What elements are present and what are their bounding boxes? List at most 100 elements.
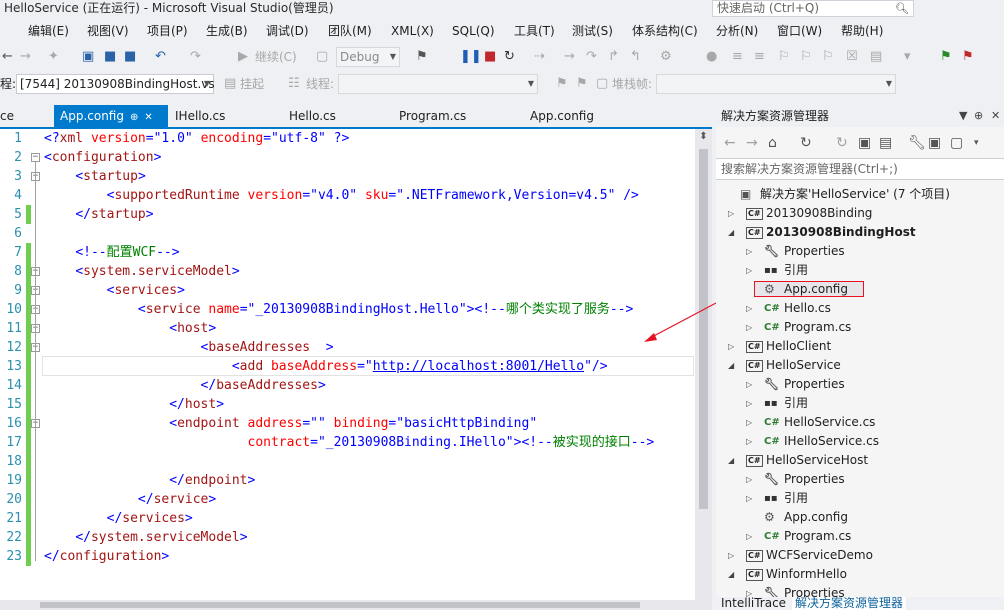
code-line[interactable]: <add baseAddress="http://localhost:8001/… bbox=[44, 357, 608, 376]
code-line[interactable]: <?xml version="1.0" encoding="utf-8" ?> bbox=[44, 129, 349, 148]
tab-program-cs[interactable]: Program.cs bbox=[399, 105, 466, 127]
tab-app-config[interactable]: App.config bbox=[530, 105, 594, 127]
solution-config-select[interactable]: Debug ▼ bbox=[336, 47, 400, 67]
collapsed-chevron-icon[interactable]: ▷ bbox=[728, 337, 734, 356]
back-icon[interactable]: ← bbox=[2, 44, 13, 70]
menu-build[interactable]: 生成(B) bbox=[206, 20, 248, 42]
tree-item[interactable]: ◢ C# HelloService bbox=[716, 356, 1004, 375]
tree-item[interactable]: ⚙ App.config bbox=[716, 280, 1004, 299]
menu-team[interactable]: 团队(M) bbox=[328, 20, 372, 42]
menu-edit[interactable]: 编辑(E) bbox=[28, 20, 69, 42]
menu-test[interactable]: 测试(S) bbox=[572, 20, 613, 42]
code-line[interactable]: <!--配置WCF--> bbox=[44, 243, 179, 262]
tree-item[interactable]: ◢ C# HelloServiceHost bbox=[716, 451, 1004, 470]
code-line[interactable]: <system.serviceModel> bbox=[44, 262, 239, 281]
view-code-icon[interactable]: ▣ bbox=[928, 129, 941, 157]
tree-item[interactable]: ▷ C# IHelloService.cs bbox=[716, 432, 1004, 451]
collapsed-chevron-icon[interactable]: ▷ bbox=[746, 489, 752, 508]
expanded-chevron-icon[interactable]: ◢ bbox=[728, 565, 734, 584]
collapsed-chevron-icon[interactable]: ▷ bbox=[746, 299, 752, 318]
code-line[interactable]: </host> bbox=[44, 395, 224, 414]
refresh-icon[interactable]: ↻ bbox=[836, 129, 848, 157]
tree-item[interactable]: ▷ C# HelloService.cs bbox=[716, 413, 1004, 432]
collapse-all-icon[interactable]: ▣ bbox=[858, 129, 871, 157]
code-line[interactable]: </configuration> bbox=[44, 547, 169, 566]
flag-thread-icon[interactable]: ⚑ bbox=[556, 71, 568, 97]
hex-display-icon[interactable]: ⚙ bbox=[660, 44, 672, 70]
code-line[interactable]: <services> bbox=[44, 281, 185, 300]
code-editor[interactable]: 1 2 3 4 5 6 7 8 9 10 11 12 13 14 15 16 17 18 19 20 21 22 23 <?… bbox=[0, 129, 695, 600]
collapsed-chevron-icon[interactable]: ▷ bbox=[746, 242, 752, 261]
tab-app-config-active[interactable]: App.config ⊕ ✕ bbox=[54, 105, 168, 127]
menu-tools[interactable]: 工具(T) bbox=[514, 20, 555, 42]
bookmark-icon[interactable]: ⚐ bbox=[778, 44, 790, 70]
dropdown-icon[interactable]: ▼ bbox=[959, 105, 967, 127]
new-project-icon[interactable]: ✦ bbox=[48, 44, 59, 70]
tree-item[interactable]: ▷ C# Program.cs bbox=[716, 527, 1004, 546]
forward-icon[interactable]: → bbox=[20, 44, 31, 70]
pin-icon[interactable]: ⊕ bbox=[130, 112, 138, 123]
tree-item[interactable]: ▣ 解决方案'HelloService' (7 个项目) bbox=[716, 185, 1004, 204]
collapsed-chevron-icon[interactable]: ▷ bbox=[746, 527, 752, 546]
add-comment-icon[interactable]: ⚑ bbox=[940, 44, 952, 70]
code-line[interactable]: <configuration> bbox=[44, 148, 161, 167]
properties-icon[interactable]: 🔧︎ bbox=[908, 129, 926, 157]
code-line[interactable]: </startup> bbox=[44, 205, 153, 224]
menu-project[interactable]: 项目(P) bbox=[147, 20, 188, 42]
code-line[interactable]: <supportedRuntime version="v4.0" sku=".N… bbox=[44, 186, 639, 205]
code-line[interactable]: </service> bbox=[44, 490, 216, 509]
attach-icon[interactable]: ▢ bbox=[316, 44, 328, 70]
more-icon[interactable]: ▾ bbox=[974, 129, 979, 157]
step-into-icon[interactable]: → bbox=[564, 44, 575, 70]
home-icon[interactable]: ⌂ bbox=[768, 129, 777, 157]
solution-search-input[interactable]: 搜索解决方案资源管理器(Ctrl+;) bbox=[716, 158, 1004, 180]
tab-hello-cs[interactable]: Hello.cs bbox=[289, 105, 336, 127]
code-line[interactable]: </services> bbox=[44, 509, 193, 528]
split-window-icon[interactable]: ⬍ bbox=[697, 131, 710, 143]
code-line[interactable]: </endpoint> bbox=[44, 471, 255, 490]
tab-ihello-cs[interactable]: IHello.cs bbox=[175, 105, 225, 127]
collapsed-chevron-icon[interactable]: ▷ bbox=[746, 413, 752, 432]
close-icon[interactable]: ✕ bbox=[991, 105, 1000, 127]
more-tools-icon[interactable]: ▾ bbox=[904, 44, 911, 70]
collapsed-chevron-icon[interactable]: ▷ bbox=[746, 470, 752, 489]
platform-icon[interactable]: ⚑ bbox=[416, 44, 428, 70]
undo-icon[interactable]: ↶ bbox=[155, 44, 166, 70]
forward-icon[interactable]: → bbox=[746, 129, 758, 157]
collapsed-chevron-icon[interactable]: ▷ bbox=[746, 375, 752, 394]
lifecycle-events-icon[interactable]: ▤ bbox=[224, 71, 236, 97]
show-flagged-icon[interactable]: ▢ bbox=[596, 71, 608, 97]
save-all-icon[interactable]: ■ bbox=[124, 44, 136, 70]
expanded-chevron-icon[interactable]: ◢ bbox=[728, 356, 734, 375]
collapsed-chevron-icon[interactable]: ▷ bbox=[746, 394, 752, 413]
tree-item[interactable]: ⚙ App.config bbox=[716, 508, 1004, 527]
step-back-icon[interactable]: ↰ bbox=[630, 44, 641, 70]
expanded-chevron-icon[interactable]: ◢ bbox=[728, 223, 734, 242]
menu-architecture[interactable]: 体系结构(C) bbox=[632, 20, 698, 42]
tree-item[interactable]: ▷ C# Hello.cs bbox=[716, 299, 1004, 318]
back-icon[interactable]: ← bbox=[724, 129, 736, 157]
save-icon[interactable]: ■ bbox=[104, 44, 116, 70]
tree-item[interactable]: ◢ C# 20130908BindingHost bbox=[716, 223, 1004, 242]
fold-toggle-icon[interactable]: − bbox=[31, 153, 40, 162]
code-line[interactable]: </baseAddresses> bbox=[44, 376, 326, 395]
tab-solution-explorer[interactable]: 解决方案资源管理器 bbox=[792, 597, 907, 610]
redo-icon[interactable]: ↷ bbox=[190, 44, 201, 70]
comment-icon[interactable]: ≡ bbox=[732, 44, 743, 70]
tree-item[interactable]: ▷ C# WCFServiceDemo bbox=[716, 546, 1004, 565]
step-out-icon[interactable]: ↱ bbox=[608, 44, 619, 70]
tree-item[interactable]: ▷ C# 20130908Binding bbox=[716, 204, 1004, 223]
pending-changes-icon[interactable]: ↻ bbox=[800, 129, 812, 157]
menu-view[interactable]: 视图(V) bbox=[87, 20, 129, 42]
restart-icon[interactable]: ↻ bbox=[504, 44, 515, 70]
code-line[interactable]: <baseAddresses > bbox=[44, 338, 334, 357]
continue-button[interactable]: 继续(C) bbox=[255, 44, 297, 70]
collapsed-chevron-icon[interactable]: ▷ bbox=[728, 204, 734, 223]
pause-icon[interactable]: ❚❚ bbox=[460, 44, 482, 70]
code-line[interactable]: <endpoint address="" binding="basicHttpB… bbox=[44, 414, 537, 433]
expanded-chevron-icon[interactable]: ◢ bbox=[728, 451, 734, 470]
tab-intellitrace[interactable]: IntelliTrace bbox=[721, 597, 786, 610]
tree-item[interactable]: ▷ ▪▪ 引用 bbox=[716, 489, 1004, 508]
open-file-icon[interactable]: ▣ bbox=[82, 44, 94, 70]
scroll-thumb[interactable] bbox=[40, 602, 640, 608]
